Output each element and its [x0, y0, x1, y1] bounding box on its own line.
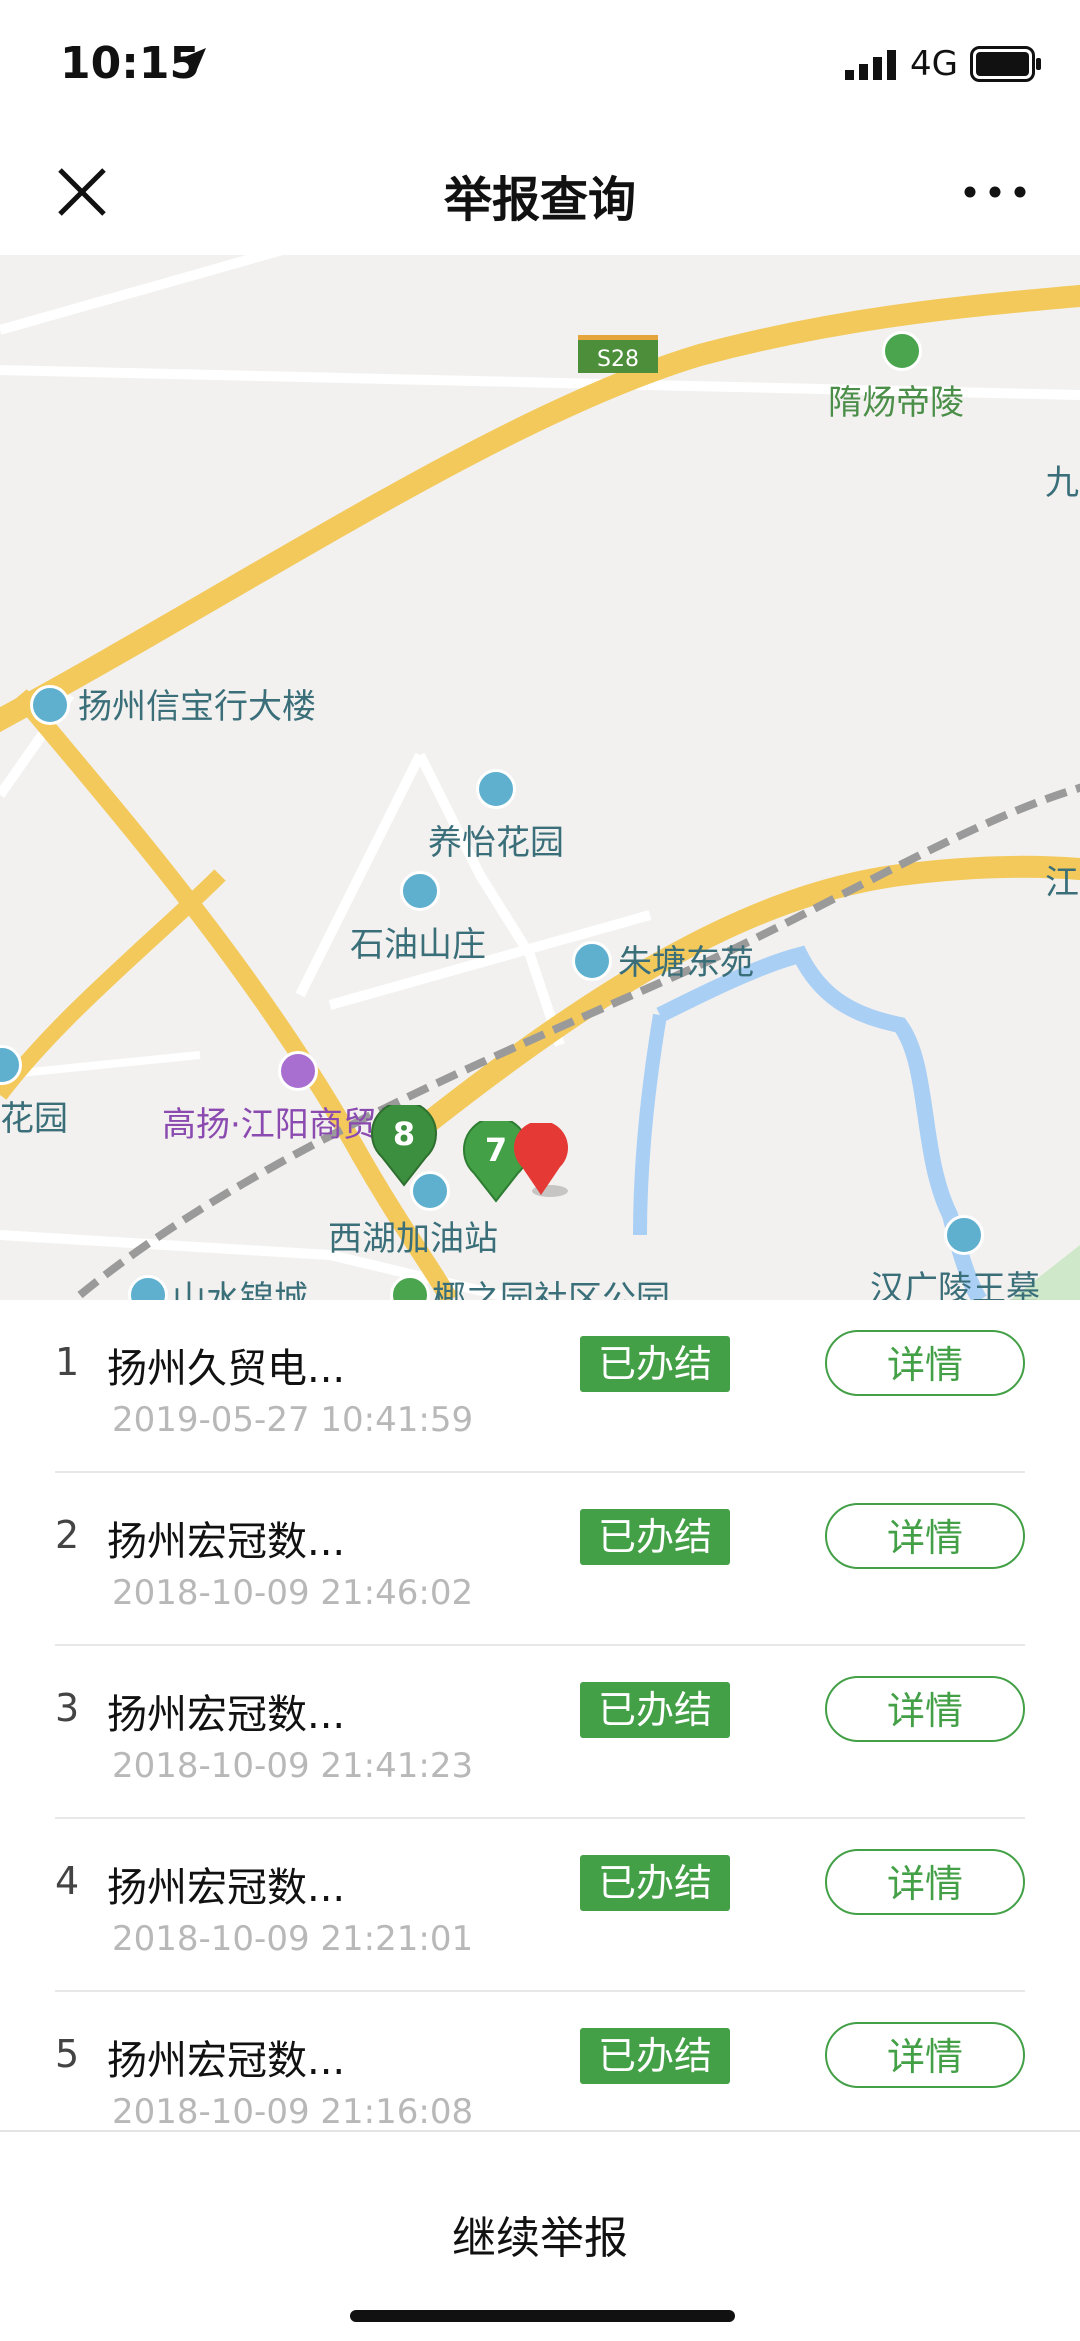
current-location-pin-icon[interactable]: [510, 1123, 572, 1199]
signal-icon: [845, 50, 896, 80]
poi-icon: [572, 941, 612, 981]
poi-icon: [944, 1215, 984, 1255]
map-marker-8[interactable]: 8: [368, 1105, 440, 1187]
poi-icon: [882, 331, 922, 371]
status-badge: 已办结: [580, 1509, 730, 1565]
row-index: 1: [55, 1340, 80, 1384]
map-label-zhutang: 朱塘东苑: [618, 943, 754, 983]
row-time: 2019-05-27 10:41:59: [112, 1400, 474, 1440]
continue-report-button[interactable]: 继续举报: [0, 2202, 1080, 2266]
list-item: 3 扬州宏冠数... 2018-10-09 21:41:23 已办结 详情: [0, 1646, 1080, 1819]
nav-bar: 举报查询: [0, 130, 1080, 255]
map-label-shanshui: 山水锦城: [172, 1279, 308, 1300]
location-arrow-icon: [180, 48, 206, 74]
network-type: 4G: [910, 44, 958, 84]
map-label-huayuan: 花园: [0, 1099, 68, 1139]
map-label-hanguang: 汉广陵王墓: [870, 1269, 1040, 1300]
poi-icon: [400, 871, 440, 911]
row-index: 5: [55, 2032, 80, 2076]
list-item: 5 扬州宏冠数... 2018-10-09 21:16:08 已办结 详情: [0, 1992, 1080, 2130]
row-time: 2018-10-09 21:16:08: [112, 2092, 474, 2130]
poi-icon: [476, 769, 516, 809]
road-badge-s28: S28: [578, 335, 658, 373]
detail-button[interactable]: 详情: [825, 1849, 1025, 1915]
battery-icon: [970, 46, 1041, 82]
detail-button[interactable]: 详情: [825, 1503, 1025, 1569]
row-title: 扬州宏冠数...: [107, 1692, 346, 1738]
detail-button[interactable]: 详情: [825, 1676, 1025, 1742]
map-label-shiyou: 石油山庄: [350, 925, 486, 965]
status-badge: 已办结: [580, 1855, 730, 1911]
row-time: 2018-10-09 21:41:23: [112, 1746, 474, 1786]
marker-label: 8: [392, 1115, 416, 1153]
map-label-yangyi: 养怡花园: [428, 823, 564, 863]
status-badge: 已办结: [580, 1336, 730, 1392]
home-indicator[interactable]: [350, 2310, 735, 2322]
row-title: 扬州宏冠数...: [107, 1519, 346, 1565]
row-title: 扬州久贸电...: [107, 1346, 346, 1392]
list-item: 1 扬州久贸电... 2019-05-27 10:41:59 已办结 详情: [0, 1300, 1080, 1473]
row-index: 3: [55, 1686, 80, 1730]
map-label-yezhi: 椰之园社区公园: [432, 1279, 670, 1300]
detail-button[interactable]: 详情: [825, 2022, 1025, 2088]
status-bar: 10:15 4G: [0, 0, 1080, 130]
poi-icon: [30, 685, 70, 725]
list-item: 2 扬州宏冠数... 2018-10-09 21:46:02 已办结 详情: [0, 1473, 1080, 1646]
map-label-xinbao: 扬州信宝行大楼: [78, 687, 316, 727]
map-label-jiu: 九: [1045, 463, 1079, 503]
row-title: 扬州宏冠数...: [107, 1865, 346, 1911]
report-list[interactable]: 1 扬州久贸电... 2019-05-27 10:41:59 已办结 详情 2 …: [0, 1300, 1080, 2130]
row-index: 2: [55, 1513, 80, 1557]
map-label-xihu: 西湖加油站: [328, 1219, 498, 1259]
row-time: 2018-10-09 21:46:02: [112, 1573, 474, 1613]
map-label-jiang: 江: [1045, 863, 1079, 903]
detail-button[interactable]: 详情: [825, 1330, 1025, 1396]
more-icon[interactable]: [960, 160, 1030, 224]
status-badge: 已办结: [580, 1682, 730, 1738]
status-badge: 已办结: [580, 2028, 730, 2084]
row-title: 扬州宏冠数...: [107, 2038, 346, 2084]
footer-bar: 继续举报: [0, 2130, 1080, 2341]
row-index: 4: [55, 1859, 80, 1903]
page-title: 举报查询: [443, 172, 636, 228]
map-label-suiyang: 隋炀帝陵: [828, 383, 964, 423]
row-time: 2018-10-09 21:21:01: [112, 1919, 474, 1959]
map-view[interactable]: S28 隋炀帝陵 九 扬州信宝行大楼 养怡花园 石油山庄 朱塘东苑 江 花园 高…: [0, 255, 1080, 1300]
poi-icon: [278, 1051, 318, 1091]
list-item: 4 扬州宏冠数... 2018-10-09 21:21:01 已办结 详情: [0, 1819, 1080, 1992]
